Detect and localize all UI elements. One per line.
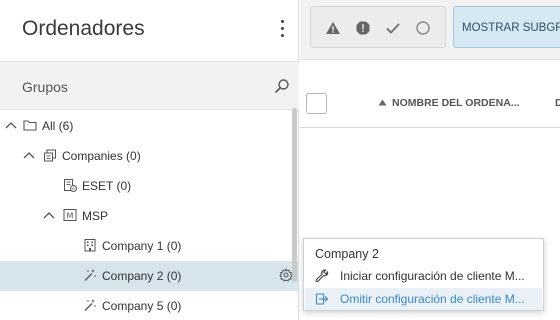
circle-icon[interactable] bbox=[415, 20, 431, 36]
menu-item-label: Iniciar configuración de cliente M... bbox=[340, 269, 525, 283]
filter-bar: MOSTRAR SUBGRU bbox=[300, 0, 560, 60]
svg-text:M: M bbox=[67, 212, 74, 221]
status-filter-group bbox=[310, 6, 446, 48]
skip-icon bbox=[315, 292, 329, 306]
sort-ascending-icon bbox=[378, 97, 387, 109]
search-icon[interactable] bbox=[274, 78, 290, 94]
column-next[interactable]: D bbox=[555, 97, 560, 109]
page-title: Ordenadores bbox=[22, 17, 145, 40]
chevron-up-icon[interactable] bbox=[5, 119, 17, 129]
wand-icon bbox=[83, 298, 97, 312]
tree-item-label: Company 5 (0) bbox=[102, 299, 182, 313]
tree-item-label: ESET (0) bbox=[82, 179, 132, 193]
skip-msp-setup-menu-item[interactable]: Omitir configuración de cliente M... bbox=[305, 288, 542, 310]
warning-icon[interactable] bbox=[325, 20, 341, 36]
companies-icon bbox=[43, 148, 57, 162]
check-icon[interactable] bbox=[385, 20, 401, 36]
more-options-icon[interactable] bbox=[276, 18, 290, 40]
tree-item-label: Companies (0) bbox=[62, 149, 141, 163]
chevron-up-icon[interactable] bbox=[23, 149, 35, 159]
select-all-checkbox[interactable] bbox=[306, 93, 327, 114]
tree-item-company-5[interactable]: Company 5 (0) bbox=[0, 291, 299, 320]
tree-scrollbar[interactable] bbox=[292, 108, 297, 282]
msp-icon: M bbox=[63, 208, 77, 222]
wrench-icon bbox=[315, 269, 329, 283]
chevron-up-icon[interactable] bbox=[43, 209, 55, 219]
groups-panel: Ordenadores Grupos All (6) Companies (0)… bbox=[0, 0, 299, 320]
table-header: NOMBRE DEL ORDENA... D bbox=[300, 80, 560, 128]
folder-icon bbox=[23, 118, 37, 132]
building-icon bbox=[83, 238, 97, 252]
start-msp-setup-menu-item[interactable]: Iniciar configuración de cliente M... bbox=[305, 265, 542, 287]
group-tree: All (6) Companies (0) e ESET (0) M MSP C… bbox=[0, 111, 299, 320]
exclamation-icon[interactable] bbox=[355, 20, 371, 36]
menu-item-label: Omitir configuración de cliente M... bbox=[340, 292, 525, 306]
tree-item-eset[interactable]: e ESET (0) bbox=[0, 171, 299, 201]
svg-text:e: e bbox=[72, 187, 75, 192]
tree-item-label: Company 1 (0) bbox=[102, 239, 182, 253]
tree-item-companies[interactable]: Companies (0) bbox=[0, 141, 299, 171]
context-menu: Company 2 Iniciar configuración de clien… bbox=[303, 238, 544, 311]
context-menu-title: Company 2 bbox=[315, 247, 379, 261]
column-computer-name[interactable]: NOMBRE DEL ORDENA... bbox=[378, 97, 520, 109]
gear-icon[interactable] bbox=[279, 267, 293, 282]
groups-header: Grupos bbox=[0, 61, 299, 110]
tree-item-label: Company 2 (0) bbox=[102, 269, 182, 283]
column-label: NOMBRE DEL ORDENA... bbox=[392, 97, 520, 109]
eset-company-icon: e bbox=[63, 178, 77, 192]
tree-item-company-2[interactable]: Company 2 (0) bbox=[0, 261, 299, 291]
tree-item-company-1[interactable]: Company 1 (0) bbox=[0, 231, 299, 261]
wand-icon bbox=[83, 268, 97, 282]
tree-item-msp[interactable]: M MSP bbox=[0, 201, 299, 231]
tree-item-all[interactable]: All (6) bbox=[0, 111, 299, 141]
show-subgroups-button[interactable]: MOSTRAR SUBGRU bbox=[453, 6, 560, 48]
tree-item-label: All (6) bbox=[42, 119, 74, 133]
tree-item-label: MSP bbox=[82, 209, 109, 223]
groups-label: Grupos bbox=[22, 79, 68, 95]
